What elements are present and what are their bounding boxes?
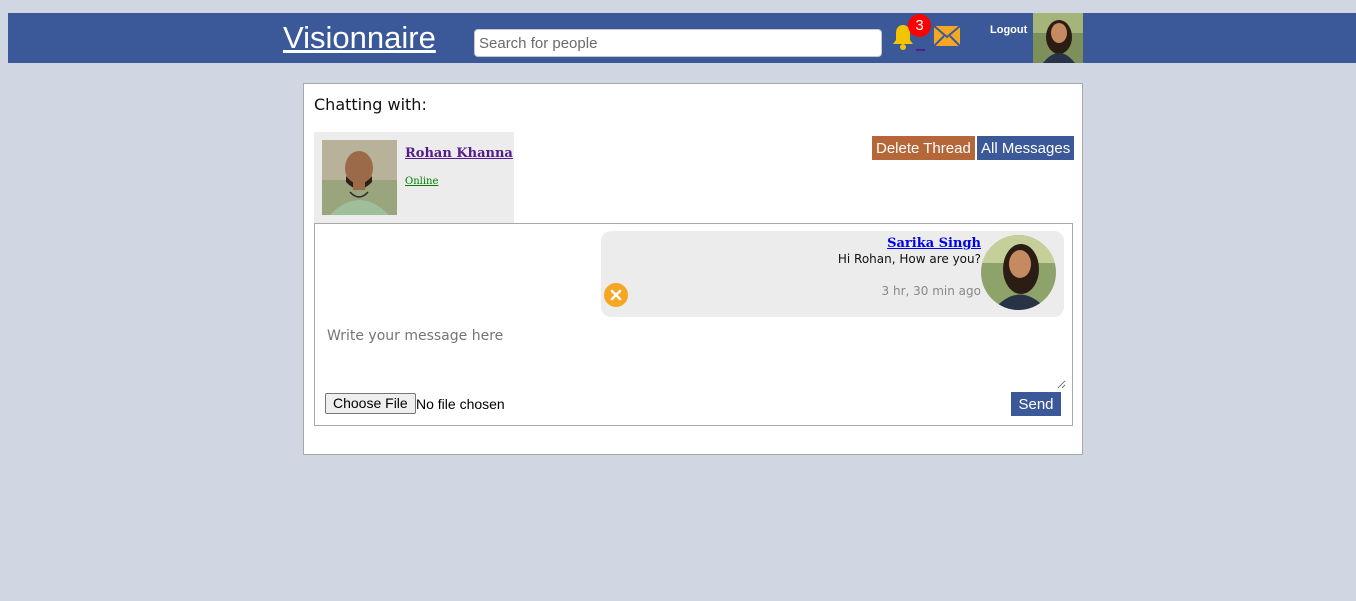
all-messages-button[interactable]: All Messages xyxy=(977,136,1075,160)
message-text: Hi Rohan, How are you? xyxy=(837,252,981,266)
top-navigation-bar: Visionnaire 3 Logout xyxy=(8,13,1356,63)
message-sender-link[interactable]: Sarika Singh xyxy=(887,236,981,251)
partner-online-status: Online xyxy=(405,176,439,187)
chat-partner-card: Rohan Khanna Online xyxy=(314,132,514,224)
mail-icon[interactable] xyxy=(933,25,961,47)
partner-avatar xyxy=(322,140,397,215)
logout-link[interactable]: Logout xyxy=(990,24,1027,36)
delete-thread-button[interactable]: Delete Thread xyxy=(872,136,975,160)
message-timestamp: 3 hr, 30 min ago xyxy=(881,284,981,298)
chat-panel: Chatting with: Rohan Khanna Online Delet… xyxy=(303,83,1083,455)
file-status-text: No file chosen xyxy=(416,396,505,412)
chat-title: Chatting with: xyxy=(314,95,427,114)
send-button[interactable]: Send xyxy=(1011,392,1061,416)
notification-count-badge: 3 xyxy=(908,14,931,37)
partner-name-link[interactable]: Rohan Khanna xyxy=(405,146,513,161)
choose-file-button[interactable]: Choose File xyxy=(325,393,416,414)
message-thread: Sarika Singh Hi Rohan, How are you? 3 hr… xyxy=(314,223,1073,426)
delete-message-icon[interactable] xyxy=(604,283,628,307)
search-input[interactable] xyxy=(474,29,882,57)
notification-link-underline xyxy=(916,49,925,51)
user-avatar[interactable] xyxy=(1033,13,1083,63)
message-input[interactable] xyxy=(319,322,1066,389)
brand-logo-link[interactable]: Visionnaire xyxy=(283,18,436,58)
sender-avatar xyxy=(981,235,1056,310)
message-bubble: Sarika Singh Hi Rohan, How are you? 3 hr… xyxy=(601,231,1064,317)
